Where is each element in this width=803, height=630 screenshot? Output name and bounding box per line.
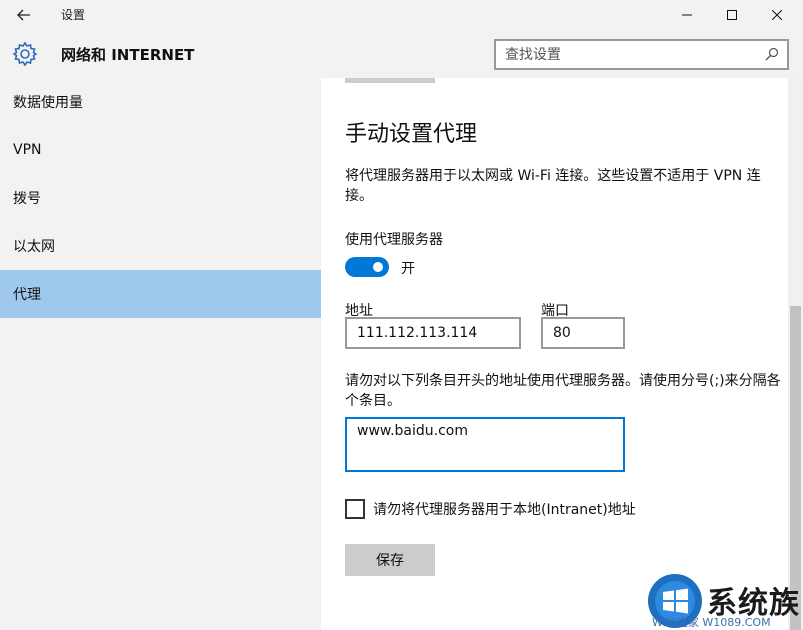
app-header: 网络和 INTERNET	[0, 30, 803, 78]
bypass-local-checkbox[interactable]	[345, 499, 365, 519]
close-icon[interactable]	[754, 0, 799, 30]
sidebar-item-dialup[interactable]: 拨号	[0, 174, 321, 222]
proxy-description: 将代理服务器用于以太网或 Wi-Fi 连接。这些设置不适用于 VPN 连接。	[345, 168, 761, 204]
search-box[interactable]	[494, 39, 789, 70]
minimize-icon[interactable]	[664, 0, 709, 30]
toggle-knob	[373, 262, 383, 272]
use-proxy-toggle[interactable]	[345, 257, 389, 277]
sidebar: 数据使用量 VPN 拨号 以太网 代理	[0, 78, 321, 630]
bypass-local-label: 请勿将代理服务器用于本地(Intranet)地址	[373, 502, 636, 518]
main-content: 手动设置代理 将代理服务器用于以太网或 Wi-Fi 连接。这些设置不适用于 VP…	[321, 78, 788, 630]
watermark-url: W10之家 W1089.COM	[652, 616, 771, 629]
search-input[interactable]	[496, 41, 751, 68]
page-title: 手动设置代理	[345, 122, 478, 147]
port-input[interactable]	[541, 317, 625, 349]
window-title: 设置	[61, 8, 86, 22]
use-proxy-label: 使用代理服务器	[345, 232, 443, 248]
previous-button-edge	[345, 78, 435, 83]
search-icon[interactable]	[765, 47, 779, 61]
toggle-state-text: 开	[401, 261, 415, 277]
gear-icon	[12, 41, 38, 67]
scrollbar[interactable]	[788, 78, 803, 630]
exceptions-description: 请勿对以下列条目开头的地址使用代理服务器。请使用分号(;)来分隔各个条目。	[345, 373, 781, 409]
sidebar-item-data-usage[interactable]: 数据使用量	[0, 78, 321, 126]
back-arrow-icon[interactable]	[10, 2, 38, 28]
sidebar-item-vpn[interactable]: VPN	[0, 126, 321, 174]
maximize-icon[interactable]	[709, 0, 754, 30]
exceptions-input[interactable]: www.baidu.com	[345, 417, 625, 472]
sidebar-item-ethernet[interactable]: 以太网	[0, 222, 321, 270]
title-bar: 设置	[0, 0, 803, 30]
save-button[interactable]: 保存	[345, 544, 435, 576]
sidebar-item-proxy[interactable]: 代理	[0, 270, 321, 318]
section-title: 网络和 INTERNET	[61, 46, 195, 64]
address-input[interactable]	[345, 317, 521, 349]
